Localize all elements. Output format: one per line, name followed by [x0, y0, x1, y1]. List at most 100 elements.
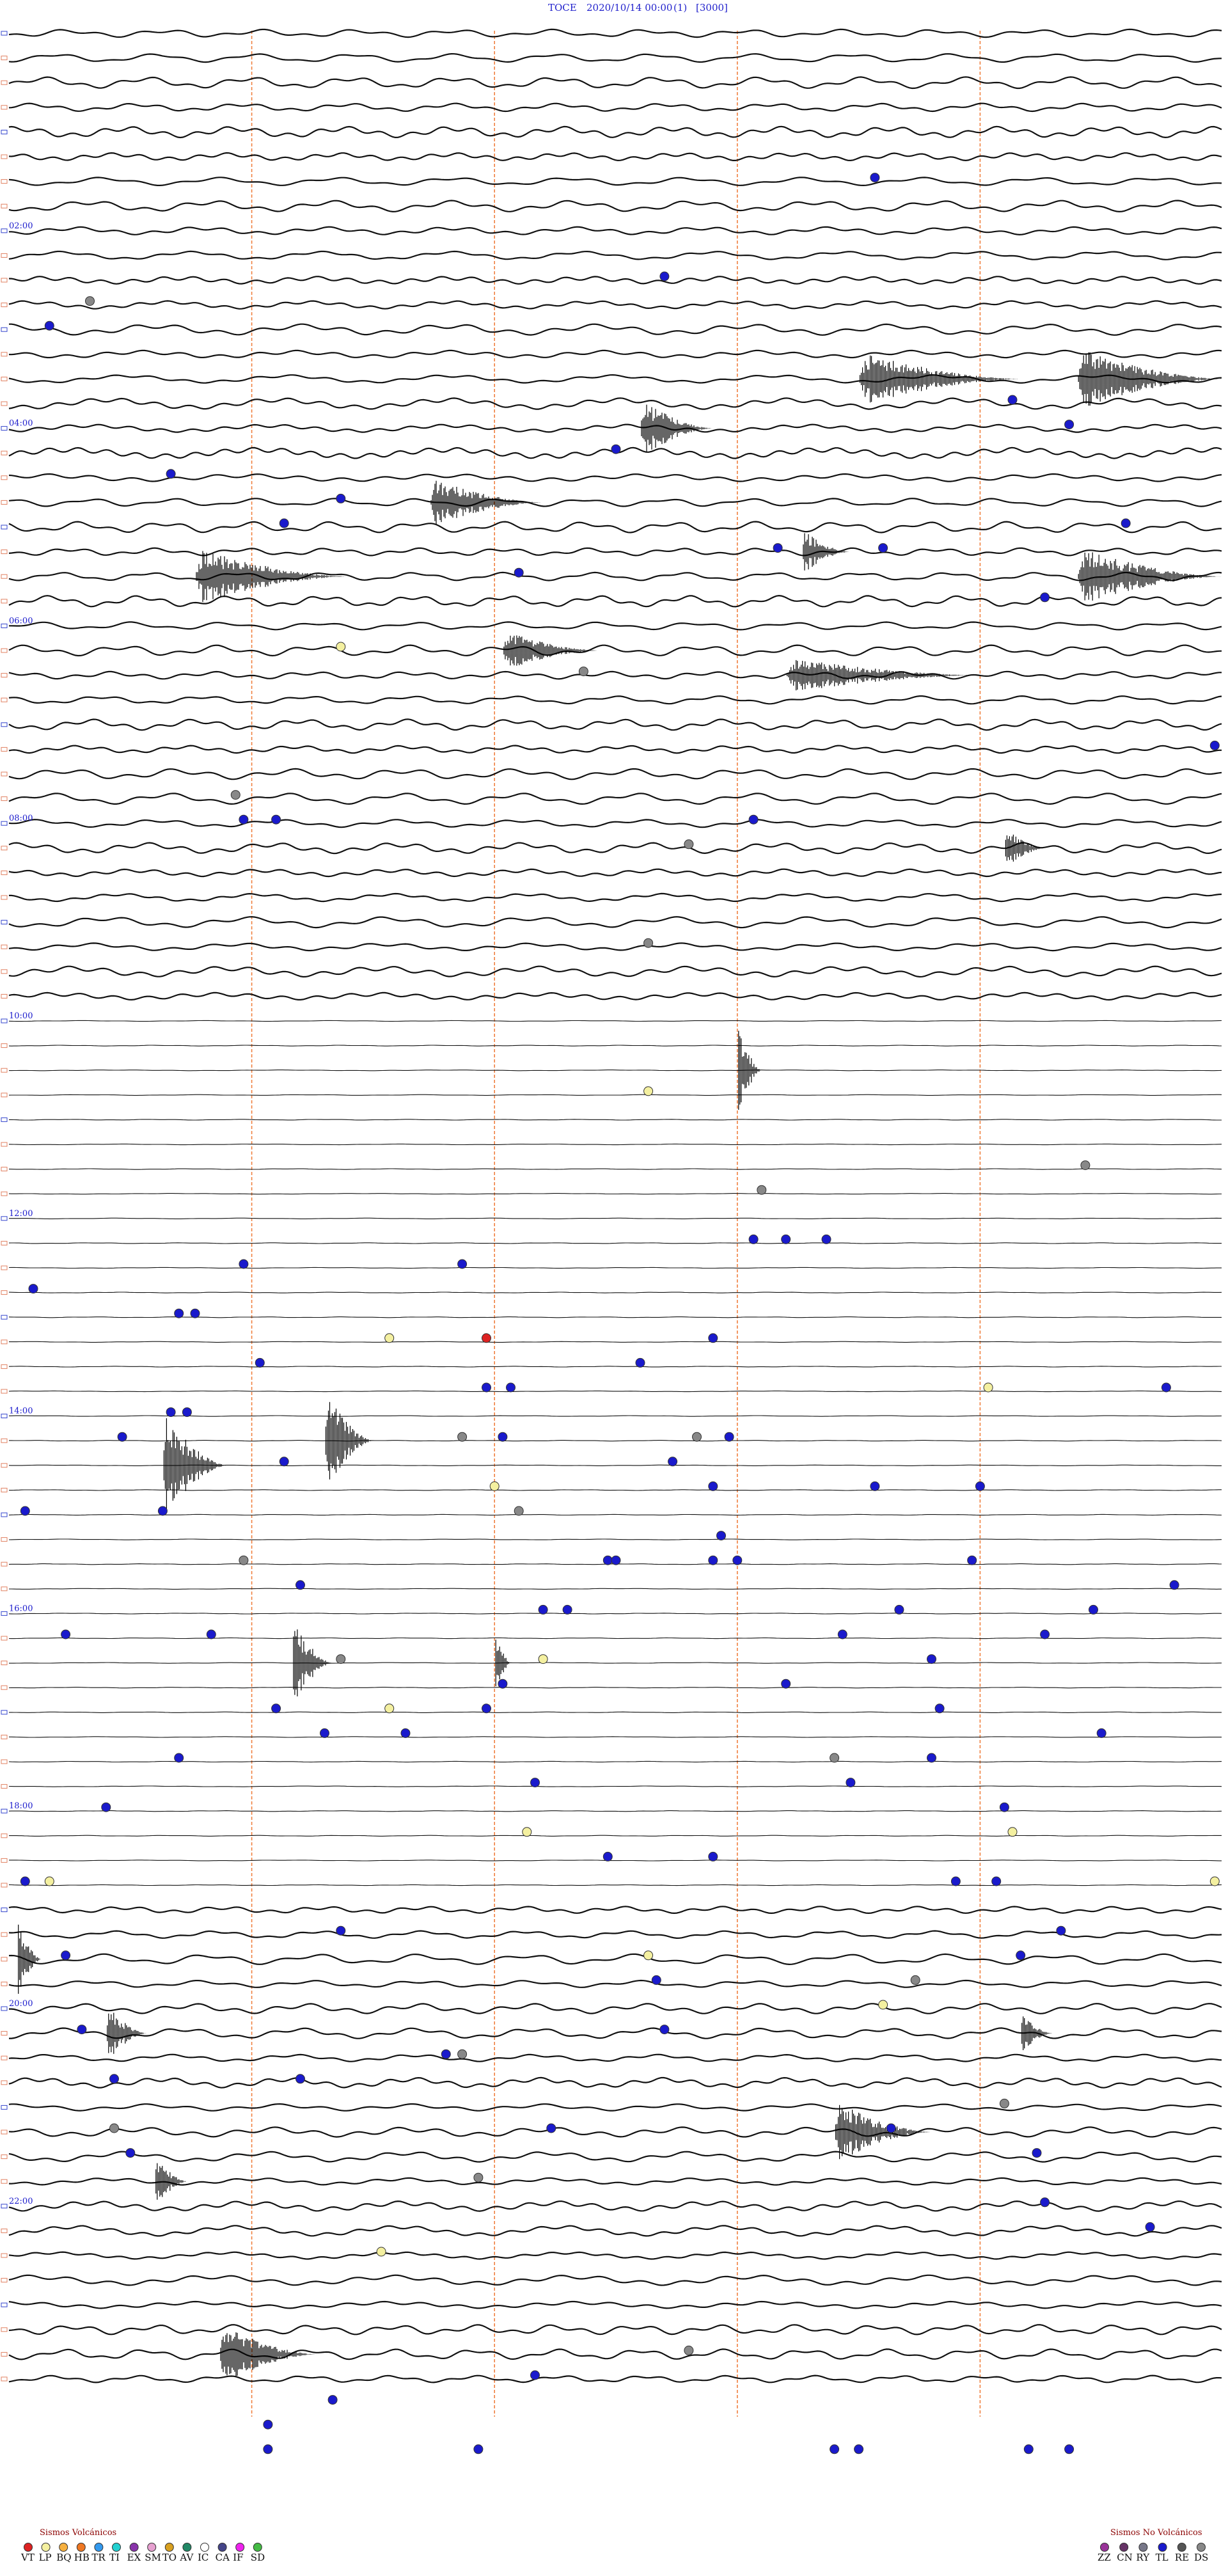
event-marker-tl [1007, 395, 1018, 405]
event-marker-vt [482, 1333, 491, 1343]
event-marker-tl [320, 1728, 329, 1738]
event-marker-tl [206, 1629, 216, 1640]
seismic-burst-9 [787, 660, 976, 691]
row-start-tick [1, 599, 8, 604]
event-marker-tl [255, 1357, 265, 1368]
trace-row-53 [8, 1316, 1222, 1318]
event-marker-ds [999, 2098, 1009, 2108]
event-marker-tl [927, 1654, 936, 1664]
event-marker-tl [1096, 1728, 1106, 1738]
row-start-tick [1, 1043, 8, 1048]
legend-swatch-ic [200, 2543, 209, 2552]
event-marker-ds [239, 1555, 249, 1565]
row-start-tick [1, 1957, 8, 1962]
trace-row-30 [8, 745, 1222, 754]
event-marker-ds [692, 1432, 702, 1442]
row-start-tick [1, 1290, 8, 1295]
header: TOCE 2020/10/14 00:00 (1) [3000] [548, 2, 728, 13]
event-marker-tl [538, 1604, 548, 1615]
trace-row-77 [8, 1906, 1222, 1915]
event-marker-tl [295, 1580, 305, 1590]
event-marker-tl [327, 2395, 338, 2405]
event-marker-tl [514, 567, 524, 578]
event-marker-tl [61, 1950, 71, 1961]
legend-swatch-hb [76, 2543, 86, 2552]
row-start-tick [1, 1117, 8, 1122]
trace-row-3 [8, 76, 1222, 90]
row-start-tick [1, 1908, 8, 1913]
event-marker-tl [773, 543, 783, 553]
trace-row-84 [8, 2076, 1222, 2089]
event-marker-lp [336, 642, 346, 652]
row-start-tick [1, 253, 8, 258]
row-start-tick [1, 1463, 8, 1468]
event-marker-tl [821, 1234, 831, 1244]
row-start-tick [1, 821, 8, 826]
event-marker-ds [684, 839, 694, 849]
trace-row-78 [8, 1930, 1222, 1940]
seismic-burst-19 [835, 2105, 930, 2160]
legend-swatch-vt [24, 2543, 33, 2552]
event-marker-tl [837, 1629, 847, 1640]
event-marker-tl [781, 1679, 791, 1689]
row-start-tick [1, 2278, 8, 2283]
row-start-tick [1, 623, 8, 628]
event-marker-tl [934, 1703, 945, 1714]
row-start-tick [1, 1710, 8, 1715]
trace-row-95 [8, 2348, 1222, 2360]
trace-row-36 [9, 892, 1222, 903]
event-marker-lp [376, 2247, 386, 2257]
row-start-tick [1, 1586, 8, 1592]
trace-row-2 [8, 52, 1222, 63]
legend-label-ex: EX [127, 2552, 141, 2563]
event-marker-tl [870, 173, 880, 183]
legend-swatch-tr [94, 2543, 104, 2552]
row-start-tick [1, 56, 8, 61]
row-start-tick [1, 1685, 8, 1690]
event-marker-tl [263, 2444, 273, 2454]
event-marker-tl [174, 1753, 184, 1763]
event-marker-tl [894, 1604, 904, 1615]
event-marker-tl [1064, 420, 1074, 430]
event-marker-tl [999, 1802, 1009, 1812]
trace-row-33 [8, 819, 1222, 828]
event-marker-tl [878, 543, 888, 553]
row-start-tick [1, 2006, 8, 2011]
row-start-tick [1, 1389, 8, 1394]
trace-row-28 [8, 695, 1222, 705]
trace-row-5 [8, 125, 1222, 139]
trace-row-93 [8, 2300, 1222, 2309]
trace-row-40 [8, 992, 1222, 1001]
legend-label-cn: CN [1117, 2552, 1133, 2563]
event-marker-lp [538, 1654, 548, 1664]
row-start-tick [1, 303, 8, 308]
row-start-tick [1, 2253, 8, 2258]
row-start-tick [1, 450, 8, 455]
trace-row-54 [9, 1341, 1222, 1343]
event-marker-lp [643, 1086, 654, 1096]
event-marker-tl [854, 2444, 864, 2454]
hour-label-1000: 10:00 [9, 1011, 33, 1021]
legend-label-sd: SD [251, 2552, 265, 2563]
event-marker-lp [384, 1333, 395, 1343]
event-marker-tl [61, 1629, 71, 1640]
legend-label-ds: DS [1194, 2552, 1208, 2563]
event-marker-ds [757, 1185, 767, 1195]
event-marker-tl [870, 1481, 880, 1491]
row-start-tick [1, 2105, 8, 2110]
row-start-tick [1, 154, 8, 159]
trace-row-39 [8, 965, 1222, 978]
trace-row-11 [8, 276, 1222, 285]
hour-label-0400: 04:00 [9, 419, 33, 429]
hour-label-1800: 18:00 [9, 1801, 33, 1811]
legend-swatch-av [182, 2543, 192, 2552]
event-marker-tl [498, 1679, 508, 1689]
trace-row-21 [8, 521, 1222, 533]
legend-volcanic-items: VT LP BQ HB TR TI EX SM TO AV IC CA IF SD [20, 2543, 265, 2563]
trace-row-89 [8, 2200, 1222, 2212]
event-marker-tl [716, 1531, 726, 1541]
seismic-burst-11 [738, 1031, 761, 1110]
hour-label-2000: 20:00 [9, 1999, 33, 2009]
event-marker-tl [1121, 518, 1131, 528]
event-marker-ds [109, 2123, 119, 2133]
